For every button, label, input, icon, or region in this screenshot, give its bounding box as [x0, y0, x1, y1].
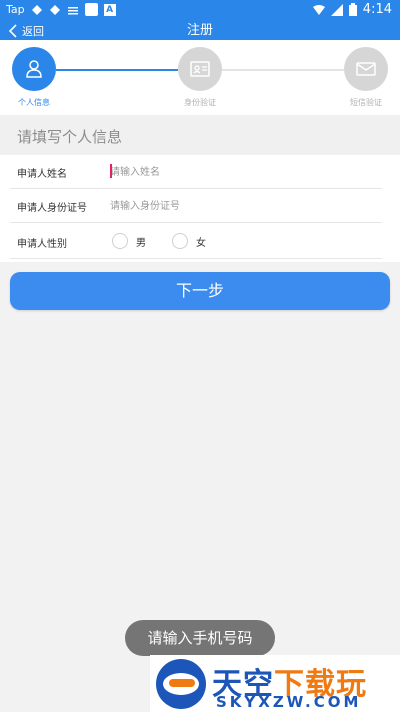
title-bar: 返回 注册	[0, 22, 400, 40]
signal-icon	[330, 3, 343, 16]
watermark-domain: SKYXZW.COM	[216, 693, 362, 711]
plane-icon	[169, 679, 195, 687]
personal-info-form: 申请人姓名 申请人身份证号 申请人性别 男 女	[0, 155, 400, 262]
id-number-input[interactable]	[110, 198, 380, 214]
next-step-button[interactable]: 下一步	[10, 272, 390, 310]
menu-icon	[67, 6, 78, 14]
gender-female-option[interactable]: 女	[172, 233, 206, 249]
id-card-icon	[190, 61, 210, 77]
step-label-identity: 身份验证	[184, 98, 216, 107]
gender-male-option[interactable]: 男	[112, 233, 146, 249]
id-number-label: 申请人身份证号	[17, 203, 87, 214]
gender-male-label: 男	[136, 237, 146, 249]
carrier-label: Tap	[6, 3, 25, 16]
step-indicator: 个人信息 身份验证 短信验证	[0, 40, 400, 115]
page-title: 注册	[186, 23, 213, 38]
notification-icon	[84, 3, 98, 16]
gender-radio-group: 男 女	[112, 233, 206, 249]
text-caret	[110, 164, 112, 178]
name-row: 申请人姓名	[0, 155, 400, 189]
sync-icon-2	[49, 4, 60, 15]
person-icon	[26, 60, 42, 78]
section-header: 请填写个人信息	[0, 115, 400, 155]
step-personal-info	[12, 47, 56, 91]
a-icon: A	[103, 3, 116, 16]
gender-row: 申请人性别 男 女	[0, 225, 400, 259]
battery-icon	[348, 3, 357, 16]
gender-label: 申请人性别	[17, 239, 67, 250]
section-title: 请填写个人信息	[17, 128, 123, 146]
radio-female[interactable]	[172, 233, 188, 249]
radio-male[interactable]	[112, 233, 128, 249]
sync-icon	[31, 4, 42, 15]
watermark-logo: 天空下载玩 SKYXZW.COM	[150, 655, 400, 712]
id-number-row: 申请人身份证号	[0, 189, 400, 223]
step-label-personal-info: 个人信息	[18, 98, 50, 107]
watermark-globe-inner	[163, 673, 199, 695]
clock: 4:14	[362, 2, 392, 17]
toast-message: 请输入手机号码	[125, 620, 275, 656]
step-label-sms: 短信验证	[350, 98, 382, 107]
envelope-icon	[356, 62, 376, 76]
step-identity	[178, 47, 222, 91]
divider	[10, 258, 382, 259]
status-bar: Tap A 4:14	[0, 0, 400, 22]
watermark-globe-icon	[156, 659, 206, 709]
gender-female-label: 女	[196, 237, 206, 249]
step-connector-1	[56, 69, 178, 71]
step-connector-2	[222, 69, 344, 71]
divider	[10, 222, 382, 223]
step-sms	[344, 47, 388, 91]
status-left: Tap A	[6, 3, 116, 16]
status-right: 4:14	[312, 2, 392, 17]
wifi-icon	[312, 4, 325, 15]
name-input[interactable]	[110, 164, 380, 180]
name-label: 申请人姓名	[17, 169, 67, 180]
